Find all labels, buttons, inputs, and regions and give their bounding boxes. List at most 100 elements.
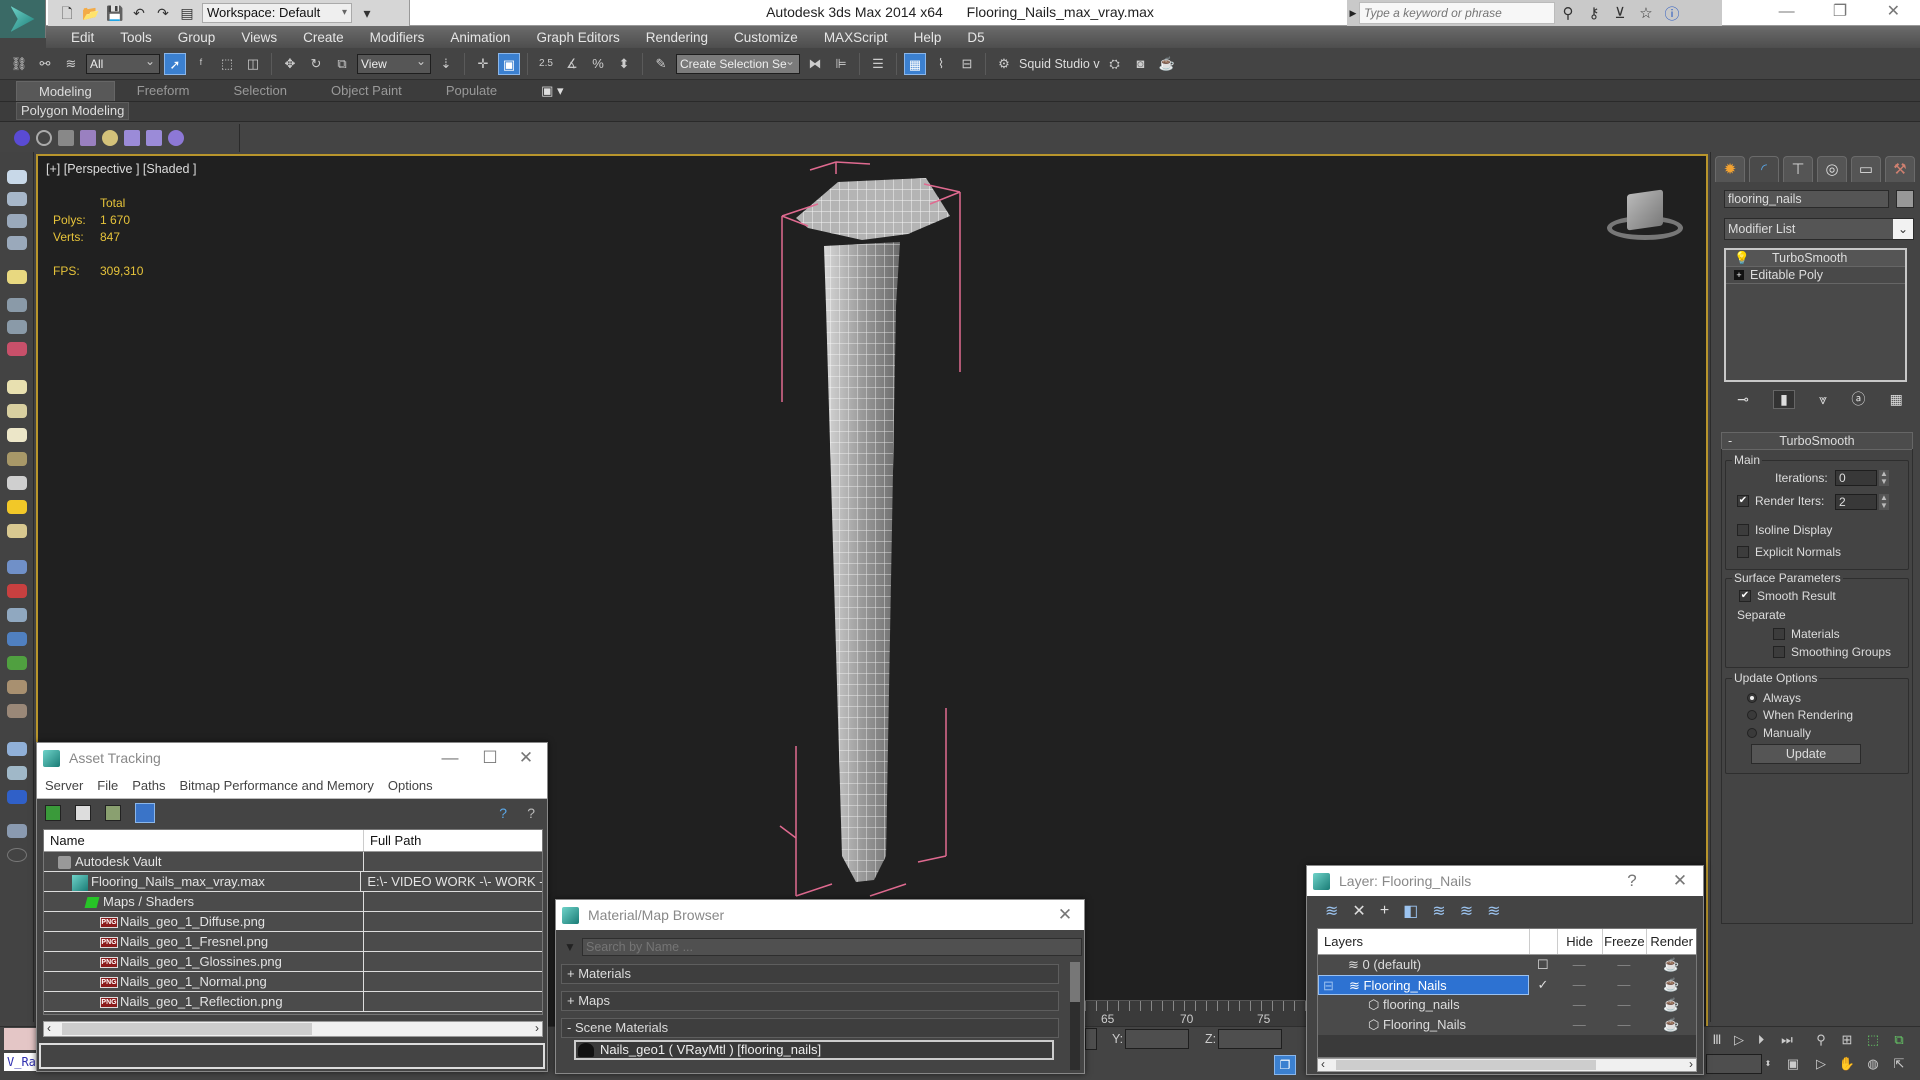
render-teapot-icon[interactable]: ☕ (1156, 53, 1178, 75)
help-icon[interactable]: ? (1617, 866, 1647, 896)
asset-row[interactable]: PNG Nails_geo_1_Normal.png (44, 972, 542, 992)
vray-material-icon[interactable] (7, 680, 27, 694)
selection-filter-dropdown[interactable]: All (86, 52, 160, 74)
ribbon-options-icon[interactable]: ▣ ▾ (519, 81, 585, 101)
go-to-end-icon[interactable]: ⏭ (1776, 1030, 1798, 1050)
hide-unhide-all-icon[interactable]: ≋ (1460, 901, 1473, 921)
current-layer-toggle[interactable] (1529, 1015, 1557, 1035)
scene-material-item[interactable]: Nails_geo1 ( VRayMtl ) [flooring_nails] (574, 1040, 1054, 1060)
key-icon[interactable]: ⚷ (1581, 4, 1607, 22)
window-crossing-icon[interactable]: ◫ (242, 53, 264, 75)
render-toggle-icon[interactable]: ☕ (1646, 1015, 1696, 1035)
restore-icon[interactable]: ❐ (1813, 0, 1866, 26)
hide-toggle-icon[interactable]: — (1557, 955, 1602, 975)
keyboard-shortcut-override-icon[interactable]: ▣ (498, 52, 520, 75)
undo-icon[interactable]: ↶ (130, 4, 148, 22)
object-color-swatch[interactable] (1896, 190, 1914, 208)
turbosmooth-rollout-header[interactable]: - TurboSmooth (1721, 432, 1913, 450)
d5-skp-icon[interactable] (146, 130, 162, 146)
d5-sync-icon[interactable] (36, 130, 52, 146)
vray-shell-icon[interactable] (7, 704, 27, 718)
redo-icon[interactable]: ↷ (154, 4, 172, 22)
vault-help-icon[interactable]: ? (499, 805, 507, 821)
freeze-toggle-icon[interactable]: — (1602, 975, 1647, 995)
lightbulb-icon[interactable]: 💡 (1734, 250, 1750, 266)
asset-row[interactable]: PNG Nails_geo_1_Glossines.png (44, 952, 542, 972)
object-name-field[interactable] (1724, 190, 1889, 208)
render-toggle-icon[interactable]: ☕ (1646, 975, 1696, 995)
vray-render-icon[interactable] (7, 742, 27, 756)
asset-row[interactable]: Flooring_Nails_max_vray.max E:\- VIDEO WO… (44, 872, 542, 892)
remove-modifier-icon[interactable]: ⓐ (1851, 389, 1865, 409)
angle-snap-icon[interactable]: ∡ (561, 53, 583, 75)
collapse-icon[interactable]: ⊟ (1323, 976, 1334, 995)
configure-sets-icon[interactable]: ▦ (1890, 391, 1903, 408)
d5-export-icon[interactable] (124, 130, 140, 146)
smooth-result-checkbox[interactable]: ✔ (1739, 590, 1751, 602)
close-icon[interactable]: ✕ (1867, 0, 1920, 26)
mirror-icon[interactable]: ⧓ (804, 53, 826, 75)
render-setup-icon[interactable]: ⛭ (1104, 53, 1126, 75)
render-iters-checkbox[interactable]: ✔ (1737, 495, 1749, 507)
grid-toggle-icon[interactable]: ❐ (1274, 1055, 1296, 1075)
separate-smoothing-groups-checkbox[interactable] (1773, 646, 1785, 658)
spinner-arrows-icon[interactable]: ▲ ▼ (1879, 470, 1889, 486)
close-icon[interactable]: ✕ (1050, 900, 1080, 930)
menu-modifiers[interactable]: Modifiers (357, 30, 438, 45)
vray-export-icon[interactable] (7, 824, 27, 838)
update-manually-radio[interactable] (1747, 728, 1757, 738)
application-button[interactable] (0, 0, 46, 38)
freeze-toggle-icon[interactable]: — (1602, 955, 1647, 975)
freeze-unfreeze-all-icon[interactable]: ≋ (1487, 901, 1500, 921)
thumbnail-view-icon[interactable] (105, 805, 121, 821)
align-icon[interactable]: ⊫ (830, 53, 852, 75)
scrollbar-thumb[interactable] (62, 1023, 312, 1035)
delete-layer-icon[interactable]: ✕ (1352, 901, 1365, 921)
vray-foliage-icon[interactable] (7, 656, 27, 670)
eye-icon[interactable] (7, 320, 27, 334)
freeze-toggle-icon[interactable]: — (1602, 995, 1647, 1015)
render-iters-spinner[interactable] (1835, 494, 1877, 510)
highlight-selected-layer-icon[interactable]: ≋ (1432, 901, 1445, 921)
current-layer-toggle[interactable]: ✓ (1529, 975, 1557, 995)
time-slider-track[interactable]: 65 70 75 (1085, 1000, 1310, 1026)
add-to-layer-icon[interactable]: + (1380, 902, 1389, 920)
qat-overflow-icon[interactable]: ▾ (358, 4, 376, 22)
select-object-icon[interactable]: ➚ (164, 52, 186, 75)
stack-item-editable-poly[interactable]: + Editable Poly (1726, 267, 1905, 284)
menu-options[interactable]: Options (388, 778, 433, 793)
render-toggle-icon[interactable]: ☕ (1646, 955, 1696, 975)
menu-graph-editors[interactable]: Graph Editors (523, 30, 632, 45)
scale-icon[interactable]: ⧉ (331, 53, 353, 75)
update-button[interactable]: Update (1751, 744, 1861, 764)
layer-row[interactable]: ⊟ ≋ Flooring_Nails ✓ — — ☕ (1318, 975, 1696, 995)
update-when-rendering-radio[interactable] (1747, 710, 1757, 720)
menu-customize[interactable]: Customize (721, 30, 811, 45)
menu-file[interactable]: File (97, 778, 118, 793)
tab-object-paint[interactable]: Object Paint (309, 81, 424, 101)
menu-create[interactable]: Create (290, 30, 357, 45)
section-materials[interactable]: + Materials (561, 964, 1059, 984)
maxscript-listener-output[interactable] (4, 1028, 38, 1050)
menu-rendering[interactable]: Rendering (633, 30, 721, 45)
menu-animation[interactable]: Animation (437, 30, 523, 45)
binoculars-icon[interactable]: ⚲ (1555, 4, 1581, 22)
workspace-dropdown[interactable]: Workspace: Default (202, 3, 352, 23)
orbit-icon[interactable]: ◍ (1862, 1054, 1884, 1074)
key-mode-icon[interactable]: Ⅲ (1706, 1030, 1728, 1050)
new-file-icon[interactable]: 🗋 (58, 4, 76, 22)
separate-materials-checkbox[interactable] (1773, 628, 1785, 640)
vertical-scrollbar[interactable] (1070, 962, 1080, 1070)
make-unique-icon[interactable]: ⩔ (1819, 391, 1827, 408)
column-layers[interactable]: Layers (1318, 929, 1529, 954)
pivot-center-icon[interactable]: ⇣ (435, 53, 457, 75)
select-objects-in-layer-icon[interactable]: ◧ (1403, 901, 1418, 921)
camera-icon[interactable] (7, 298, 27, 312)
frame-spinner-icon[interactable]: ⬍ (1762, 1054, 1774, 1074)
tab-selection[interactable]: Selection (212, 81, 309, 101)
scroll-right-icon[interactable]: › (1689, 1057, 1693, 1071)
minimize-icon[interactable]: — (435, 743, 465, 773)
table-view-icon[interactable] (135, 803, 155, 823)
dialog-titlebar[interactable]: Asset Tracking — ☐ ✕ (37, 743, 547, 773)
vray-sphere-icon[interactable] (7, 632, 27, 646)
